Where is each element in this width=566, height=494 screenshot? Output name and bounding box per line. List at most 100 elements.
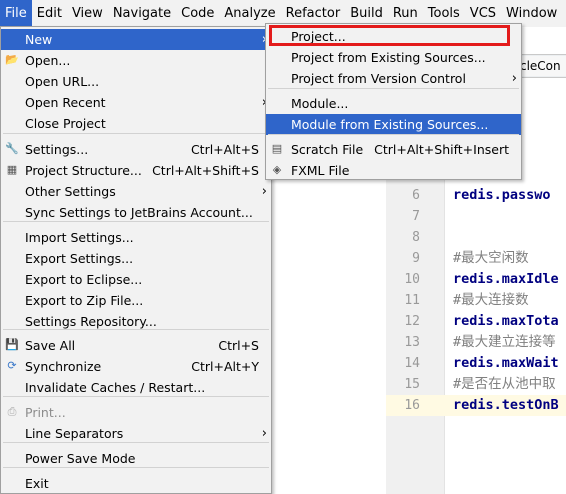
code-text: redis.maxTota bbox=[453, 313, 559, 329]
menu-item-open[interactable]: 📂 Open... bbox=[1, 50, 271, 71]
menu-separator bbox=[3, 442, 269, 443]
highlight-annotation-box bbox=[269, 25, 510, 46]
code-line[interactable]: 11 #最大连接数 bbox=[386, 290, 566, 311]
menu-item-import-settings[interactable]: Import Settings... bbox=[1, 227, 271, 248]
fxml-file-icon: ◈ bbox=[272, 163, 282, 176]
menu-separator bbox=[268, 88, 519, 89]
menu-item-project-from-version-control[interactable]: Project from Version Control › bbox=[266, 68, 521, 89]
menu-item-label: Power Save Mode bbox=[25, 451, 136, 466]
menu-separator bbox=[3, 221, 269, 222]
line-number: 15 bbox=[404, 377, 420, 392]
menu-item-sync-settings-to-jetbrains-account[interactable]: Sync Settings to JetBrains Account... bbox=[1, 202, 271, 223]
menu-item-close-project[interactable]: Close Project bbox=[1, 113, 271, 134]
line-number: 7 bbox=[412, 209, 420, 224]
menubar-code[interactable]: Code bbox=[176, 0, 219, 27]
code-line[interactable]: 7 bbox=[386, 206, 566, 227]
code-text: #最大建立连接等 bbox=[453, 334, 556, 350]
line-number: 11 bbox=[404, 293, 420, 308]
shortcut-label: Ctrl+Alt+S bbox=[190, 142, 259, 157]
menubar-navigate[interactable]: Navigate bbox=[108, 0, 176, 27]
chevron-right-icon: › bbox=[511, 71, 517, 86]
menu-item-exit[interactable]: Exit bbox=[1, 473, 271, 494]
menu-item-print: ⎙ Print... bbox=[1, 402, 271, 423]
menu-item-power-save-mode[interactable]: Power Save Mode bbox=[1, 448, 271, 469]
code-line[interactable]: 12 redis.maxTota bbox=[386, 311, 566, 332]
menubar-file[interactable]: File bbox=[0, 0, 32, 27]
menu-item-other-settings[interactable]: Other Settings › bbox=[1, 181, 271, 202]
file-menu: New›📂Open...Open URL...Open Recent›Close… bbox=[0, 26, 272, 494]
folder-icon: 📂 bbox=[5, 53, 19, 66]
menu-item-export-to-zip-file[interactable]: Export to Zip File... bbox=[1, 290, 271, 311]
code-line[interactable]: 8 bbox=[386, 227, 566, 248]
menu-item-label: FXML File bbox=[291, 163, 350, 178]
code-line[interactable]: 15 #是否在从池中取 bbox=[386, 374, 566, 395]
menu-item-fxml-file[interactable]: ◈ FXML File bbox=[266, 160, 521, 181]
menu-item-open-url[interactable]: Open URL... bbox=[1, 71, 271, 92]
menu-item-label: Export to Eclipse... bbox=[25, 272, 143, 287]
code-text: redis.passwo bbox=[453, 187, 551, 203]
menu-item-export-to-eclipse[interactable]: Export to Eclipse... bbox=[1, 269, 271, 290]
line-number: 10 bbox=[404, 272, 420, 287]
menu-item-label: Open Recent bbox=[25, 95, 106, 110]
menu-item-label: Sync Settings to JetBrains Account... bbox=[25, 205, 253, 220]
menu-item-label: Scratch File bbox=[291, 142, 364, 157]
menu-item-label: Import Settings... bbox=[25, 230, 134, 245]
menubar-view[interactable]: View bbox=[67, 0, 108, 27]
code-text: redis.testOnB bbox=[453, 397, 559, 413]
menu-item-open-recent[interactable]: Open Recent› bbox=[1, 92, 271, 113]
menu-item-label: Line Separators bbox=[25, 426, 124, 441]
menu-item-label: Synchronize bbox=[25, 359, 102, 374]
menu-item-synchronize[interactable]: ⟳ Synchronize Ctrl+Alt+Y bbox=[1, 356, 271, 377]
shortcut-label: Ctrl+Alt+Y bbox=[191, 359, 259, 374]
code-text: #是否在从池中取 bbox=[453, 376, 556, 392]
wrench-icon: 🔧 bbox=[5, 142, 19, 155]
menu-separator bbox=[268, 134, 519, 135]
menu-item-new[interactable]: New› bbox=[1, 29, 271, 50]
code-line[interactable]: 14 redis.maxWait bbox=[386, 353, 566, 374]
menubar-he[interactable]: He bbox=[562, 0, 566, 27]
code-text: #最大空闲数 bbox=[453, 250, 529, 266]
line-number: 12 bbox=[404, 314, 420, 329]
code-line[interactable]: 6 redis.passwo bbox=[386, 185, 566, 206]
menu-item-module[interactable]: Module... bbox=[266, 93, 521, 114]
menu-item-module-from-existing-sources[interactable]: Module from Existing Sources... bbox=[266, 114, 521, 135]
menu-item-project-from-existing-sources[interactable]: Project from Existing Sources... bbox=[266, 47, 521, 68]
menu-item-save-all[interactable]: 💾 Save All Ctrl+S bbox=[1, 335, 271, 356]
menu-item-scratch-file[interactable]: ▤ Scratch File Ctrl+Alt+Shift+Insert bbox=[266, 139, 521, 160]
code-line[interactable]: 16 redis.testOnB bbox=[386, 395, 566, 416]
code-line[interactable]: 9 #最大空闲数 bbox=[386, 248, 566, 269]
menu-separator bbox=[3, 467, 269, 468]
menu-item-label: Open... bbox=[25, 53, 71, 68]
menu-item-label: New bbox=[25, 32, 53, 47]
code-line[interactable]: 13 #最大建立连接等 bbox=[386, 332, 566, 353]
menu-item-export-settings[interactable]: Export Settings... bbox=[1, 248, 271, 269]
menu-item-label: Close Project bbox=[25, 116, 106, 131]
menubar-edit[interactable]: Edit bbox=[32, 0, 67, 27]
menu-item-label: Save All bbox=[25, 338, 76, 353]
menu-item-project-structure[interactable]: ▦ Project Structure... Ctrl+Alt+Shift+S bbox=[1, 160, 271, 181]
shortcut-label: Ctrl+S bbox=[218, 338, 259, 353]
menu-separator bbox=[3, 133, 269, 134]
menu-item-label: Exit bbox=[25, 476, 49, 491]
line-number: 14 bbox=[404, 356, 420, 371]
code-text: #最大连接数 bbox=[453, 292, 529, 308]
menu-item-label: Print... bbox=[25, 405, 66, 420]
code-text: redis.maxIdle bbox=[453, 271, 559, 287]
menu-separator bbox=[3, 396, 269, 397]
shortcut-label: Ctrl+Alt+Shift+S bbox=[152, 163, 259, 178]
menu-item-label: Other Settings bbox=[25, 184, 116, 199]
menu-item-label: Module from Existing Sources... bbox=[291, 117, 489, 132]
project-structure-icon: ▦ bbox=[6, 163, 18, 176]
menu-item-label: Open URL... bbox=[25, 74, 100, 89]
chevron-right-icon: › bbox=[261, 184, 267, 199]
menu-item-label: Invalidate Caches / Restart... bbox=[25, 380, 206, 395]
menu-item-label: Export Settings... bbox=[25, 251, 134, 266]
line-number: 9 bbox=[412, 251, 420, 266]
shortcut-label: Ctrl+Alt+Shift+Insert bbox=[374, 142, 509, 157]
menu-item-line-separators[interactable]: Line Separators › bbox=[1, 423, 271, 444]
menu-item-label: Module... bbox=[291, 96, 349, 111]
code-line[interactable]: 10 redis.maxIdle bbox=[386, 269, 566, 290]
menu-item-invalidate-caches-restart[interactable]: Invalidate Caches / Restart... bbox=[1, 377, 271, 398]
menu-item-settings[interactable]: 🔧 Settings... Ctrl+Alt+S bbox=[1, 139, 271, 160]
menu-item-label: Project Structure... bbox=[25, 163, 142, 178]
